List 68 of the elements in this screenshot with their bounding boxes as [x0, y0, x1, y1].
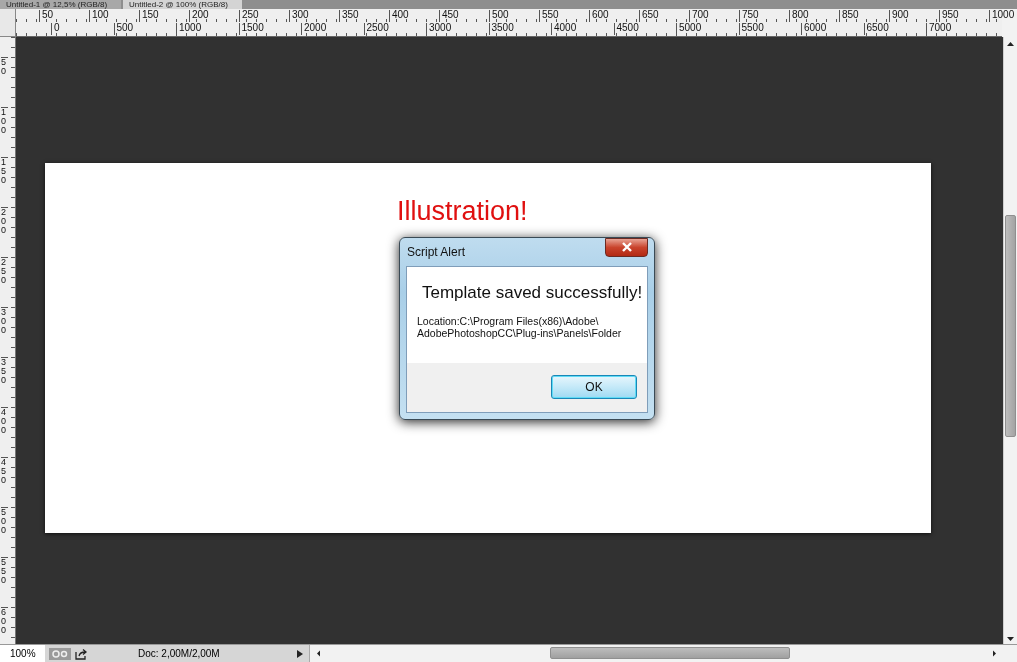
ruler-label: 350 [339, 10, 359, 22]
ruler-label: 3500 [488, 23, 514, 36]
ok-button[interactable]: OK [551, 375, 637, 400]
scroll-thumb[interactable] [1005, 215, 1016, 437]
ruler-label: 450 [1, 457, 8, 485]
ruler-label: 400 [1, 407, 8, 435]
ruler-label: 650 [639, 10, 659, 22]
document-tab[interactable]: Untitled-1 @ 12,5% (RGB/8) [0, 0, 122, 9]
ruler-label: 6500 [863, 23, 889, 36]
ruler-label: 2500 [363, 23, 389, 36]
ruler-label: 850 [839, 10, 859, 22]
ruler-label: 50 [1, 57, 8, 76]
ruler-label: 750 [739, 10, 759, 22]
vertical-scrollbar[interactable] [1003, 37, 1017, 644]
ruler-label: 550 [1, 557, 8, 585]
ruler-label: 300 [289, 10, 309, 22]
close-icon [620, 242, 633, 253]
ruler-label: 0 [51, 23, 60, 36]
ruler-label: 100 [1, 107, 8, 135]
ruler-label: 550 [539, 10, 559, 22]
ruler-label: 250 [239, 10, 259, 22]
ruler-label: 600 [589, 10, 609, 22]
document-size-text: Doc: 2,00M/2,00M [138, 648, 220, 659]
up-arrow-icon [1006, 41, 1015, 47]
ruler-label: 6000 [801, 23, 827, 36]
ruler-label: 100 [89, 10, 109, 22]
ruler-label: 800 [789, 10, 809, 22]
ruler-label: 300 [1, 307, 8, 335]
down-arrow-icon [1006, 636, 1015, 642]
ruler-label: 450 [439, 10, 459, 22]
location-text: Location:C:\Program Files(x86)\Adobe\ [417, 315, 600, 327]
ruler-label: 7000 [926, 23, 952, 36]
ruler-label: 200 [1, 207, 8, 235]
ruler-label: 200 [189, 10, 209, 22]
ruler-label: 5000 [676, 23, 702, 36]
ruler-label: 150 [139, 10, 159, 22]
ruler-label: 950 [939, 10, 959, 22]
ruler-label: 1000 [176, 23, 202, 36]
horizontal-scrollbar[interactable] [308, 645, 1017, 662]
ruler-label: 4500 [613, 23, 639, 36]
dialog-title: Script Alert [406, 245, 466, 259]
ruler-label: 600 [1, 607, 8, 635]
alert-heading: Template saved successfully! [422, 283, 644, 303]
export-icon[interactable] [75, 647, 88, 660]
ruler-label: 150 [1, 157, 8, 185]
ruler-label: 500 [489, 10, 509, 22]
ruler-label: 700 [689, 10, 709, 22]
left-arrow-icon [315, 650, 321, 657]
document-tab[interactable]: Untitled-2 @ 100% (RGB/8) [123, 0, 242, 9]
ruler-label: 250 [1, 257, 8, 285]
ruler-label: 2000 [301, 23, 327, 36]
ruler-label: 400 [389, 10, 409, 22]
location-text: AdobePhotoshopCC\Plug-ins\Panels\Folder [417, 327, 623, 339]
ruler-label: 500 [113, 23, 134, 36]
ruler-label: 1500 [238, 23, 264, 36]
ruler-label: 4000 [551, 23, 577, 36]
menu-arrow-icon[interactable] [295, 648, 304, 659]
ruler-label: 3000 [426, 23, 452, 36]
ruler-label: 900 [889, 10, 909, 22]
ruler-label: 50 [39, 10, 54, 22]
ruler-label: 500 [1, 507, 8, 535]
close-button[interactable] [605, 238, 648, 257]
illustration-text: Illustration! [397, 195, 528, 227]
scroll-thumb[interactable] [549, 647, 790, 659]
ruler-label: 350 [1, 357, 8, 385]
right-arrow-icon [992, 650, 997, 657]
ruler-label: 5500 [738, 23, 764, 36]
zoom-field[interactable]: 100% [0, 645, 45, 662]
